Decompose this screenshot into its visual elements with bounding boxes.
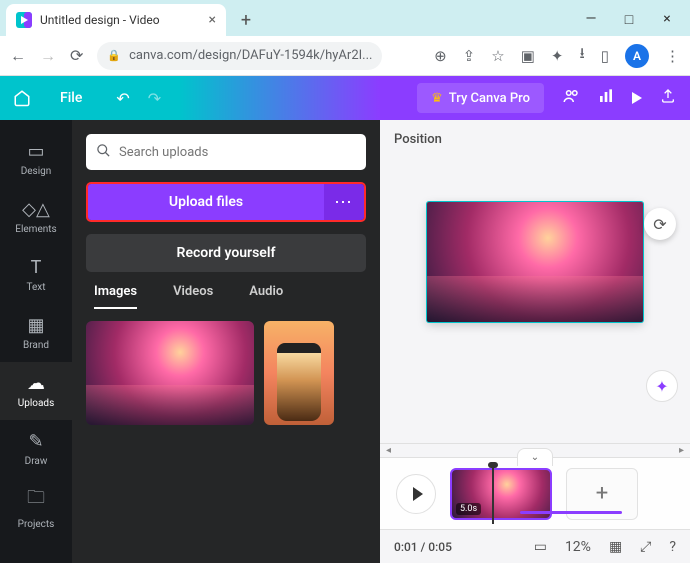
rail-uploads[interactable]: ☁Uploads: [0, 362, 72, 420]
puzzle-icon[interactable]: ✦: [551, 47, 564, 65]
brand-icon: ▦: [27, 315, 44, 336]
rail-draw[interactable]: ✎Draw: [0, 420, 72, 478]
profile-avatar[interactable]: A: [625, 44, 649, 68]
tab-images[interactable]: Images: [94, 284, 137, 309]
tab-audio[interactable]: Audio: [249, 284, 283, 309]
analytics-icon[interactable]: [598, 88, 614, 108]
app-topbar: File ↶ ↷ ♛ Try Canva Pro: [0, 76, 690, 120]
uploads-panel: Upload files ⋯ Record yourself Images Vi…: [72, 120, 380, 563]
canva-favicon-icon: [16, 12, 32, 28]
tab-title: Untitled design - Video: [40, 13, 160, 27]
file-menu[interactable]: File: [44, 90, 98, 106]
help-icon[interactable]: ?: [669, 539, 676, 555]
upload-files-row: Upload files ⋯: [86, 182, 366, 222]
browser-menu-icon[interactable]: ⋮: [665, 47, 680, 65]
scroll-right-icon[interactable]: ▸: [679, 445, 684, 456]
home-button[interactable]: [0, 89, 44, 107]
bottom-bar: 0:01 / 0:05 ▭ 12% ▦ ⤢ ?: [380, 529, 690, 563]
lock-icon: 🔒: [107, 49, 121, 62]
elements-icon: ◇△: [22, 199, 50, 220]
tab-videos[interactable]: Videos: [173, 284, 213, 309]
main-area: ▭Design ◇△Elements TText ▦Brand ☁Uploads…: [0, 120, 690, 563]
present-play-icon[interactable]: [632, 89, 642, 108]
browser-address-bar: ← → ⟳ 🔒 canva.com/design/DAFuY-1594k/hyA…: [0, 36, 690, 76]
notes-icon[interactable]: ▭: [534, 539, 547, 555]
url-box[interactable]: 🔒 canva.com/design/DAFuY-1594k/hyAr2I...: [97, 42, 382, 70]
collaborators-icon[interactable]: [562, 87, 580, 109]
upload-thumb-1[interactable]: [86, 321, 254, 425]
rail-brand[interactable]: ▦Brand: [0, 304, 72, 362]
projects-icon: 🗀: [27, 485, 45, 515]
canvas-area: Position ⟳ ✦ ◂ ▸ ⌄ 5.0s + 0:0: [380, 120, 690, 563]
rail-projects[interactable]: 🗀Projects: [0, 478, 72, 536]
design-icon: ▭: [27, 141, 44, 162]
undo-icon[interactable]: ↶: [116, 89, 129, 108]
redo-icon[interactable]: ↷: [148, 89, 161, 108]
grid-view-icon[interactable]: ▦: [609, 539, 622, 555]
upload-thumb-2[interactable]: [264, 321, 334, 425]
search-uploads[interactable]: [86, 134, 366, 170]
left-rail: ▭Design ◇△Elements TText ▦Brand ☁Uploads…: [0, 120, 72, 563]
draw-icon: ✎: [28, 431, 43, 452]
crown-icon: ♛: [431, 91, 443, 106]
upload-more-button[interactable]: ⋯: [324, 184, 364, 220]
window-close-icon[interactable]: ×: [660, 11, 674, 28]
rotate-handle-icon[interactable]: ⟳: [644, 208, 676, 240]
clip-duration: 5.0s: [456, 503, 481, 515]
url-text: canva.com/design/DAFuY-1594k/hyAr2I...: [129, 48, 372, 63]
playhead[interactable]: [492, 466, 494, 524]
scroll-left-icon[interactable]: ◂: [386, 445, 391, 456]
try-pro-button[interactable]: ♛ Try Canva Pro: [417, 83, 544, 113]
search-input[interactable]: [119, 145, 356, 160]
upload-files-button[interactable]: Upload files: [88, 184, 324, 220]
reader-icon[interactable]: ▯: [601, 47, 609, 65]
bookmark-star-icon[interactable]: ☆: [491, 47, 504, 65]
canvas-stage[interactable]: ⟳ ✦: [380, 120, 690, 443]
window-maximize-icon[interactable]: □: [622, 11, 636, 28]
rail-text[interactable]: TText: [0, 246, 72, 304]
extension-icon[interactable]: ▣: [521, 47, 535, 65]
panel-tabs: Images Videos Audio: [86, 284, 366, 309]
text-icon: T: [31, 257, 42, 278]
timeline: ⌄ 5.0s +: [380, 457, 690, 529]
timeline-play-button[interactable]: [396, 474, 436, 514]
zoom-icon[interactable]: ⊕: [434, 47, 447, 65]
browser-titlebar: Untitled design - Video × + — □ ×: [0, 0, 690, 36]
fullscreen-icon[interactable]: ⤢: [640, 539, 651, 555]
new-tab-button[interactable]: +: [232, 6, 260, 34]
tab-close-icon[interactable]: ×: [209, 12, 216, 28]
uploads-icon: ☁: [27, 373, 45, 394]
search-icon: [96, 143, 111, 162]
try-pro-label: Try Canva Pro: [449, 91, 530, 106]
share-export-icon[interactable]: [660, 88, 676, 108]
download-icon[interactable]: ⭳: [579, 43, 584, 68]
nav-forward-icon: →: [40, 46, 56, 66]
rail-elements[interactable]: ◇△Elements: [0, 188, 72, 246]
rail-design[interactable]: ▭Design: [0, 130, 72, 188]
canvas-selected-image[interactable]: [427, 202, 643, 322]
share-icon[interactable]: ⇪: [463, 47, 476, 65]
nav-reload-icon[interactable]: ⟳: [70, 46, 83, 65]
magic-sparkle-icon[interactable]: ✦: [646, 370, 678, 402]
zoom-level[interactable]: 12%: [565, 539, 591, 555]
record-yourself-button[interactable]: Record yourself: [86, 234, 366, 272]
timeline-expand-icon[interactable]: ⌄: [517, 448, 553, 466]
window-minimize-icon[interactable]: —: [584, 11, 598, 28]
upload-thumbnails: [86, 321, 366, 425]
browser-tab[interactable]: Untitled design - Video ×: [6, 4, 226, 36]
playback-time: 0:01 / 0:05: [394, 540, 452, 554]
nav-back-icon[interactable]: ←: [10, 46, 26, 66]
